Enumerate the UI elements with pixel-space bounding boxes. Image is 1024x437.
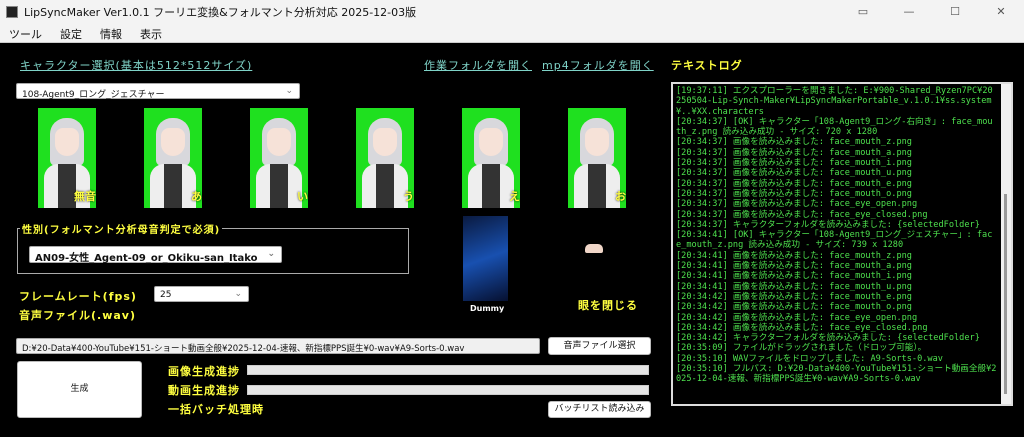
- framerate-dropdown[interactable]: 25 ⌄: [154, 286, 249, 302]
- video-progress-label: 動画生成進捗: [168, 384, 240, 397]
- close-button[interactable]: ✕: [978, 0, 1024, 24]
- snap-icon[interactable]: ▭: [840, 0, 886, 24]
- log-line: [20:35:09] ファイルがドラッグされました（ドロップ可能）。: [676, 343, 927, 354]
- log-line: [20:34:41] 画像を読み込みました: face_mouth_i.png: [676, 271, 912, 282]
- mouth-image-5[interactable]: お: [568, 108, 626, 208]
- mouth-image-4[interactable]: え: [462, 108, 520, 208]
- log-title: テキストログ: [671, 59, 743, 72]
- log-line: [20:34:37] キャラクターフォルダを読み込みました: {selected…: [676, 219, 980, 230]
- mouth-image-2[interactable]: い: [250, 108, 308, 208]
- log-line: [20:34:37] [OK] キャラクター「108-Agent9_ロング-右向…: [676, 116, 993, 138]
- mouth-image-3[interactable]: う: [356, 108, 414, 208]
- log-line: [20:34:37] 画像を読み込みました: face_mouth_u.png: [676, 168, 912, 179]
- gender-dropdown-value: AN09-女性_Agent-09_or_Okiku-san_Itako: [35, 253, 258, 264]
- log-line: [20:34:37] 画像を読み込みました: face_mouth_i.png: [676, 158, 912, 169]
- menu-bar: ツール 設定 情報 表示: [0, 24, 1024, 43]
- menu-tools[interactable]: ツール: [0, 24, 51, 42]
- log-line: [20:34:42] 画像を読み込みました: face_mouth_o.png: [676, 302, 912, 313]
- gender-group-label: 性別(フォルマント分析母音判定で必須): [20, 221, 223, 236]
- maximize-button[interactable]: ☐: [932, 0, 978, 24]
- text-log[interactable]: [19:37:11] エクスプローラーを開きました: E:¥900-Shared…: [671, 82, 1013, 406]
- log-line: [19:37:11] エクスプローラーを開きました: E:¥900-Shared…: [676, 86, 993, 117]
- log-line: [20:34:37] 画像を読み込みました: face_mouth_a.png: [676, 147, 912, 158]
- mouth-label: え: [509, 190, 520, 203]
- mouth-image-0[interactable]: 無音: [38, 108, 96, 208]
- background-label: Dummy: [470, 304, 505, 313]
- mouth-label: あ: [191, 190, 202, 203]
- menu-settings[interactable]: 設定: [51, 24, 91, 42]
- log-line: [20:35:10] フルパス: D:¥20-Data¥400-YouTube¥…: [676, 364, 997, 385]
- mouth-image-1[interactable]: あ: [144, 108, 202, 208]
- log-line: [20:35:10] WAVファイルをドロップしました: A9-Sorts-0.…: [676, 353, 943, 364]
- menu-view[interactable]: 表示: [131, 24, 171, 42]
- log-line: [20:34:41] 画像を読み込みました: face_mouth_a.png: [676, 261, 912, 272]
- log-line: [20:34:41] [OK] キャラクター「108-Agent9_ロング_ジェ…: [676, 230, 993, 251]
- select-audio-button[interactable]: 音声ファイル選択: [548, 337, 651, 355]
- log-scrollbar[interactable]: [1001, 84, 1011, 404]
- chevron-down-icon: ⌄: [234, 289, 242, 299]
- generate-button[interactable]: 生成: [17, 361, 142, 418]
- open-work-folder-link[interactable]: 作業フォルダを開く: [424, 57, 532, 73]
- framerate-label: フレームレート(fps): [19, 290, 137, 303]
- closed-eyes-image: [585, 244, 603, 253]
- chevron-down-icon: ⌄: [267, 249, 275, 259]
- audio-path-field[interactable]: D:¥20-Data¥400-YouTube¥151-ショート動画全般¥2025…: [16, 338, 540, 354]
- window-title: LipSyncMaker Ver1.0.1 フーリエ変換&フォルマント分析対応 …: [24, 6, 417, 19]
- background-image[interactable]: [463, 216, 508, 301]
- mouth-label: お: [615, 190, 626, 203]
- log-line: [20:34:37] 画像を読み込みました: face_mouth_e.png: [676, 178, 912, 189]
- batch-label: 一括バッチ処理時: [168, 403, 264, 416]
- scrollbar-thumb[interactable]: [1004, 194, 1007, 394]
- log-line: [20:34:37] 画像を読み込みました: face_eye_open.png: [676, 199, 918, 210]
- app-icon: [6, 6, 18, 18]
- chevron-down-icon: ⌄: [285, 86, 293, 96]
- log-line: [20:34:42] 画像を読み込みました: face_eye_closed.p…: [676, 322, 928, 333]
- framerate-value: 25: [160, 290, 172, 300]
- mouth-label: 無音: [74, 190, 96, 203]
- character-dropdown[interactable]: 108-Agent9_ロング_ジェスチャー ⌄: [16, 83, 300, 100]
- audio-file-label: 音声ファイル(.wav): [19, 309, 136, 322]
- gender-group: 性別(フォルマント分析母音判定で必須) AN09-女性_Agent-09_or_…: [17, 221, 409, 274]
- gender-dropdown[interactable]: AN09-女性_Agent-09_or_Okiku-san_Itako ⌄: [29, 246, 282, 264]
- mouth-label: う: [403, 190, 414, 203]
- mouth-label: い: [297, 190, 308, 203]
- log-line: [20:34:41] 画像を読み込みました: face_mouth_u.png: [676, 281, 912, 292]
- close-eyes-label[interactable]: 眼を閉じる: [578, 297, 638, 313]
- image-progress-label: 画像生成進捗: [168, 365, 240, 378]
- log-line: [20:34:42] キャラクターフォルダを読み込みました: {selected…: [676, 333, 980, 344]
- log-line: [20:34:42] 画像を読み込みました: face_mouth_e.png: [676, 291, 912, 302]
- log-line: [20:34:41] 画像を読み込みました: face_mouth_z.png: [676, 250, 912, 261]
- log-line: [20:34:42] 画像を読み込みました: face_eye_open.png: [676, 312, 918, 323]
- log-line: [20:34:37] 画像を読み込みました: face_eye_closed.p…: [676, 209, 928, 220]
- character-dropdown-value: 108-Agent9_ロング_ジェスチャー: [22, 90, 165, 100]
- title-bar: LipSyncMaker Ver1.0.1 フーリエ変換&フォルマント分析対応 …: [0, 0, 1024, 24]
- load-batch-list-button[interactable]: バッチリスト読み込み: [548, 401, 651, 418]
- log-line: [20:34:37] 画像を読み込みました: face_mouth_o.png: [676, 188, 912, 199]
- menu-info[interactable]: 情報: [91, 24, 131, 42]
- image-progress-bar: [247, 365, 649, 375]
- log-line: [20:34:37] 画像を読み込みました: face_mouth_z.png: [676, 137, 912, 148]
- open-mp4-folder-link[interactable]: mp4フォルダを開く: [542, 57, 654, 73]
- minimize-button[interactable]: —: [886, 0, 932, 24]
- character-select-link[interactable]: キャラクター選択(基本は512*512サイズ): [20, 57, 252, 73]
- video-progress-bar: [247, 385, 649, 395]
